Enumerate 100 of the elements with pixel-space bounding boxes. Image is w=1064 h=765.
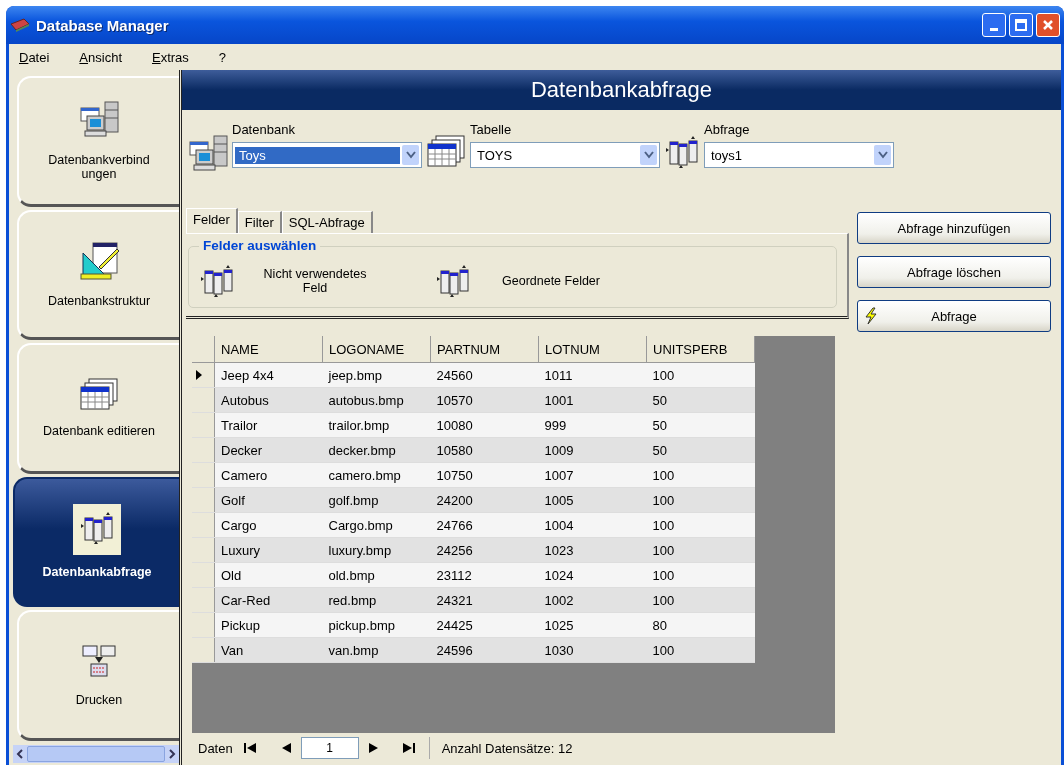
table-cell: jeep.bmp <box>322 362 431 388</box>
table-cell: 50 <box>646 437 755 463</box>
table-cell: 100 <box>646 587 755 613</box>
table-cell: 100 <box>646 362 755 388</box>
tab[interactable]: SQL-Abfrage <box>281 211 373 233</box>
table-cell: 10080 <box>430 412 539 438</box>
table-stack-icon <box>79 377 119 412</box>
columns-icon <box>664 134 700 170</box>
table-cell: Car-Red <box>214 587 323 613</box>
menu-item[interactable]: Datei <box>19 49 50 65</box>
table-cell: 100 <box>646 512 755 538</box>
row-indicator[interactable] <box>192 362 215 388</box>
table-cell: 10580 <box>430 437 539 463</box>
table-cell: Luxury <box>214 537 323 563</box>
table-cell: Pickup <box>214 612 323 638</box>
table-cell: 10570 <box>430 387 539 413</box>
column-header[interactable]: LOTNUM <box>538 336 647 363</box>
table-cell: 24200 <box>430 487 539 513</box>
table-cell: luxury.bmp <box>322 537 431 563</box>
menu-item[interactable]: Ansicht <box>79 49 122 65</box>
table-cell: 1002 <box>538 587 647 613</box>
page-title: Datenbankabfrage <box>531 77 712 103</box>
field-label: Datenbank <box>232 122 296 137</box>
columns-icon <box>199 263 235 299</box>
column-header[interactable]: PARTNUM <box>430 336 539 363</box>
table-cell: 1011 <box>538 362 647 388</box>
chevron-down-icon <box>643 151 654 159</box>
column-header[interactable]: LOGONAME <box>322 336 431 363</box>
table-cell: 80 <box>646 612 755 638</box>
list-caption: Geordnete Felder <box>501 274 601 288</box>
chevron-down-icon <box>877 151 888 159</box>
column-header[interactable]: UNITSPERB <box>646 336 755 363</box>
dropdown[interactable]: toys1 <box>704 142 894 168</box>
table-cell: 100 <box>646 487 755 513</box>
record-number-field[interactable]: 1 <box>300 737 359 759</box>
table-cell: 1004 <box>538 512 647 538</box>
sidebar-item[interactable]: Datenbankabfrage <box>13 476 179 608</box>
table-cell: 24256 <box>430 537 539 563</box>
table-cell: trailor.bmp <box>322 412 431 438</box>
table-cell: 1001 <box>538 387 647 413</box>
maximize-icon <box>1015 19 1027 31</box>
sidebar-item[interactable]: Datenbank editieren <box>17 343 179 474</box>
sidebar-item[interactable]: Drucken <box>17 610 179 741</box>
maximize-button[interactable] <box>1009 13 1033 37</box>
table-cell: golf.bmp <box>322 487 431 513</box>
action-button[interactable]: Abfrage <box>857 300 1051 332</box>
table-cell: 1030 <box>538 637 647 663</box>
menu-item[interactable]: Extras <box>152 49 189 65</box>
table-stack-icon <box>426 134 466 168</box>
table-cell: decker.bmp <box>322 437 431 463</box>
table-cell: camero.bmp <box>322 462 431 488</box>
field-label: Abfrage <box>704 122 751 137</box>
sidebar-item[interactable]: Datenbankverbind ungen <box>17 76 179 207</box>
sidebar-item[interactable]: Datenbankstruktur <box>17 209 179 341</box>
table-cell: 100 <box>646 637 755 663</box>
table-cell: 1009 <box>538 437 647 463</box>
table-cell: Cargo <box>214 512 323 538</box>
close-icon <box>1042 19 1054 31</box>
table-cell: Decker <box>214 437 323 463</box>
table-cell: 50 <box>646 412 755 438</box>
action-button[interactable]: Abfrage hinzufügen <box>857 212 1051 244</box>
table-cell: autobus.bmp <box>322 387 431 413</box>
last-record-icon[interactable] <box>402 743 417 753</box>
table-cell: 24560 <box>430 362 539 388</box>
table-cell: 23112 <box>430 562 539 588</box>
current-row-icon <box>196 369 202 380</box>
table-cell: 100 <box>646 562 755 588</box>
minimize-button[interactable] <box>982 13 1006 37</box>
columns-icon <box>435 263 471 299</box>
first-record-icon[interactable] <box>242 743 257 753</box>
window-title: Database Manager <box>36 16 170 34</box>
table-cell: Jeep 4x4 <box>214 362 323 388</box>
table-cell: 100 <box>646 537 755 563</box>
group-title: Felder auswählen <box>199 238 321 253</box>
columns-icon <box>79 510 115 547</box>
next-record-icon[interactable] <box>368 743 379 753</box>
column-header[interactable]: NAME <box>214 336 323 363</box>
tables-merge-icon <box>81 643 117 680</box>
table-cell: 24425 <box>430 612 539 638</box>
dropdown[interactable]: TOYS <box>470 142 660 168</box>
table-cell: 999 <box>538 412 647 438</box>
previous-record-icon[interactable] <box>280 743 291 753</box>
table-cell: 24766 <box>430 512 539 538</box>
table-cell: 1024 <box>538 562 647 588</box>
table-cell: Van <box>214 637 323 663</box>
record-count: Anzahl Datensätze: 12 <box>441 740 573 756</box>
menu-item[interactable]: ? <box>218 49 227 65</box>
action-button[interactable]: Abfrage löschen <box>857 256 1051 288</box>
close-button[interactable] <box>1036 13 1060 37</box>
table-cell: 1025 <box>538 612 647 638</box>
table-cell: 100 <box>646 462 755 488</box>
tab[interactable]: Felder <box>186 208 238 233</box>
table-cell: 1023 <box>538 537 647 563</box>
table-cell: 50 <box>646 387 755 413</box>
tab[interactable]: Filter <box>237 211 282 233</box>
lightning-icon <box>864 307 878 325</box>
table-cell: Golf <box>214 487 323 513</box>
table-cell: Trailor <box>214 412 323 438</box>
dropdown[interactable]: Toys <box>232 142 422 168</box>
horizontal-scrollbar[interactable] <box>13 745 179 763</box>
